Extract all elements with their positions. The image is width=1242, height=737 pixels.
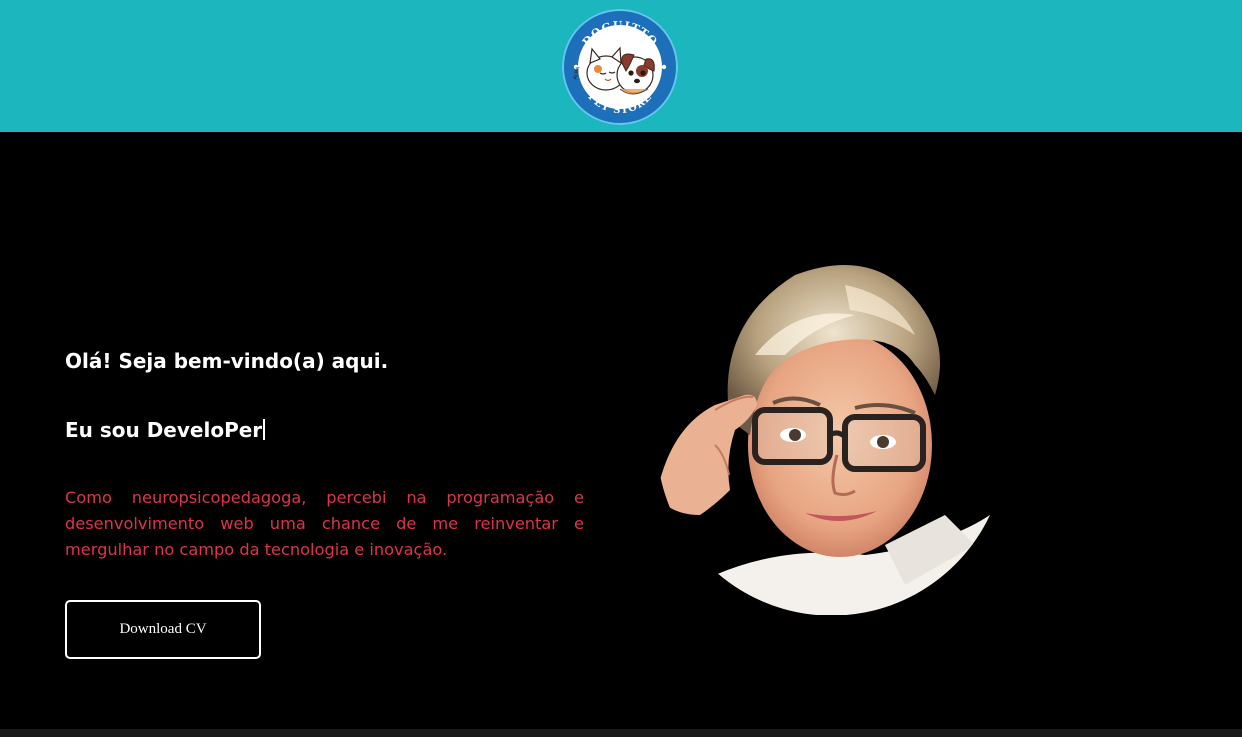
portrait-image (645, 245, 1005, 615)
hero-greeting: Olá! Seja bem-vindo(a) aqui. (65, 349, 389, 373)
hero-intro-text: Eu sou DeveloPer (65, 418, 263, 442)
portrait-avatar-icon (660, 265, 990, 615)
typing-cursor (263, 419, 266, 440)
hero-intro: Eu sou DeveloPer (65, 418, 266, 442)
footer-strip (0, 729, 1242, 737)
download-cv-button[interactable]: Download CV (65, 600, 261, 659)
doguitto-logo[interactable]: DOGUITTO PET STORE ALBA (560, 7, 680, 127)
header-bar: DOGUITTO PET STORE ALBA (0, 0, 1242, 132)
dog-and-cat-logo-icon: DOGUITTO PET STORE ALBA (562, 9, 678, 125)
hero-description: Como neuropsicopedagoga, percebi na prog… (65, 488, 584, 559)
